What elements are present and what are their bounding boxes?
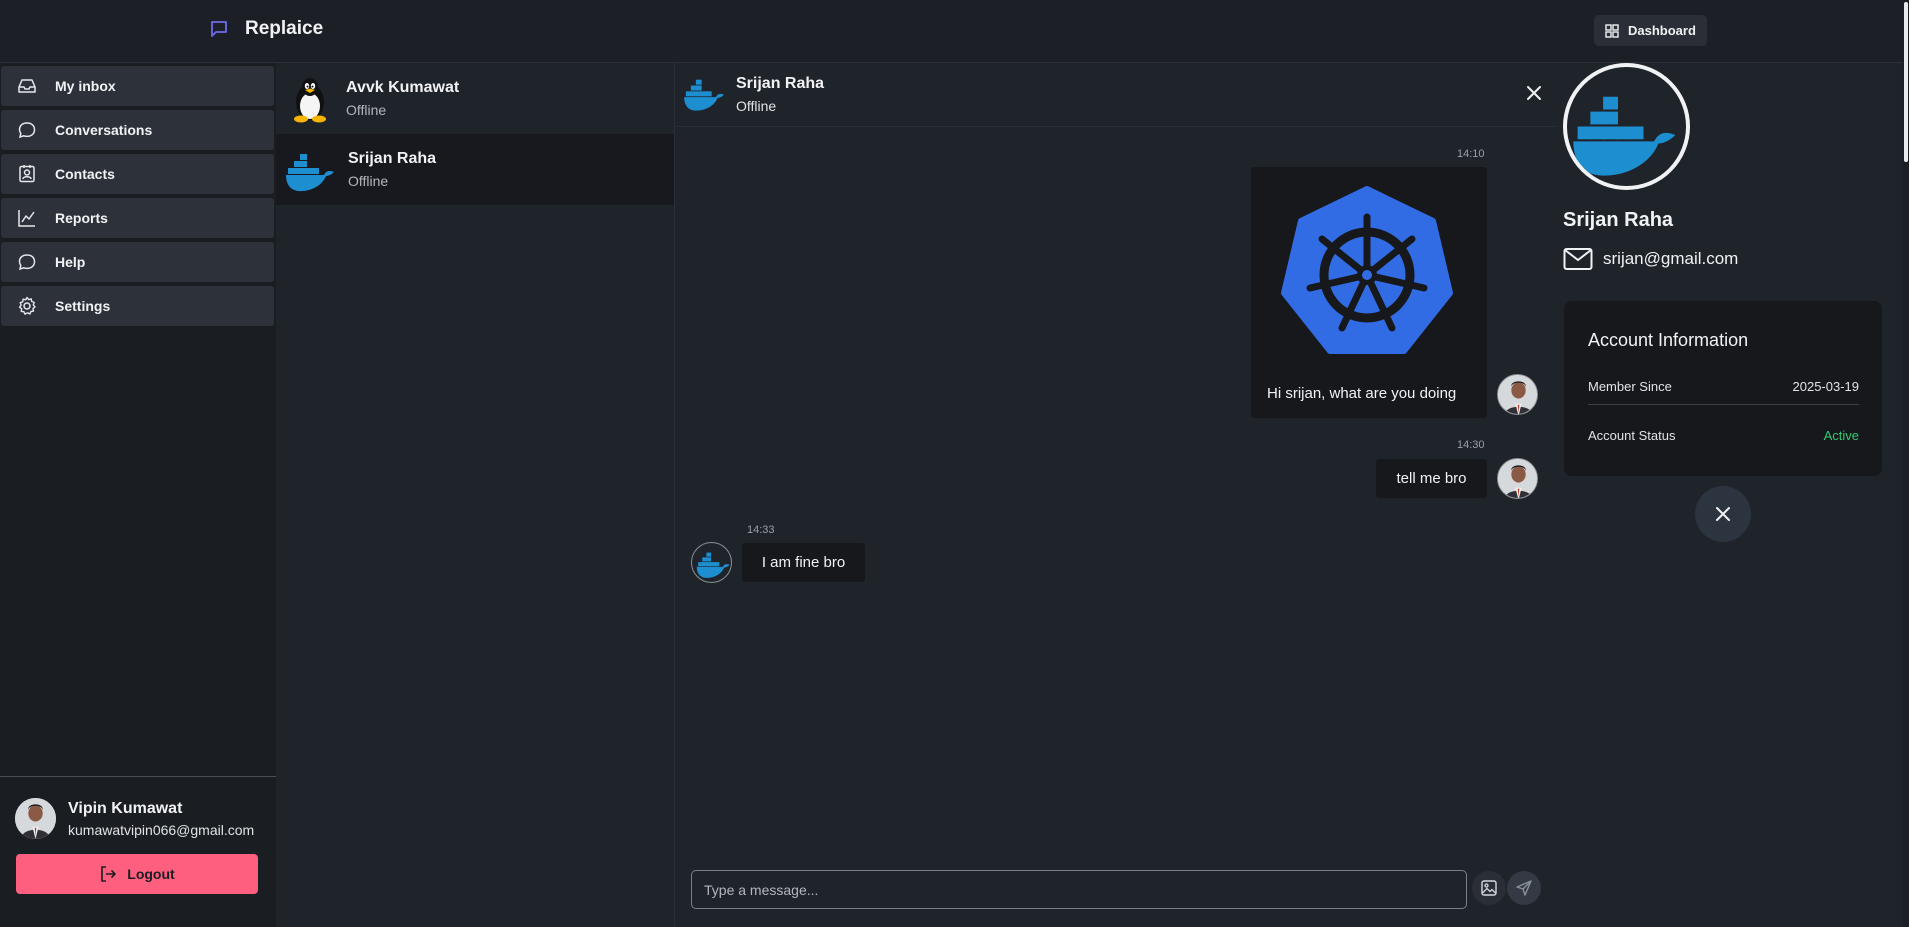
account-info-card: Account Information Member Since 2025-03… xyxy=(1564,301,1882,476)
message-text: tell me bro xyxy=(1396,470,1467,487)
sidebar-item-contacts[interactable]: Contacts xyxy=(1,154,274,194)
sidebar-item-label: My inbox xyxy=(55,78,116,94)
member-since-label: Member Since xyxy=(1588,379,1672,394)
sidebar-item-label: Contacts xyxy=(55,166,115,182)
image-icon xyxy=(1481,880,1497,896)
user-email: kumawatvipin066@gmail.com xyxy=(68,822,255,838)
contact-list: Avvk Kumawat Offline Srijan Raha Offline xyxy=(276,63,675,927)
chat-contact-name: Srijan Raha xyxy=(736,75,825,92)
linux-penguin-avatar xyxy=(294,77,326,122)
scrollbar-thumb[interactable] xyxy=(1904,2,1908,162)
page-scrollbar[interactable] xyxy=(1903,0,1909,927)
send-button[interactable] xyxy=(1507,871,1541,905)
sidebar-item-conversations[interactable]: Conversations xyxy=(1,110,274,150)
member-since-value: 2025-03-19 xyxy=(1792,379,1860,394)
user-name: Vipin Kumawat xyxy=(68,800,183,817)
close-chat-icon[interactable] xyxy=(1524,83,1544,103)
message-text: I am fine bro xyxy=(761,554,846,571)
brand[interactable]: Replaice xyxy=(209,18,323,40)
contact-item-selected[interactable]: Srijan Raha Offline xyxy=(276,134,674,205)
profile-email: srijan@gmail.com xyxy=(1563,247,1738,271)
sidebar-item-my-inbox[interactable]: My inbox xyxy=(1,66,274,106)
sender-avatar xyxy=(1497,458,1538,499)
kubernetes-logo-image[interactable] xyxy=(1278,185,1456,361)
sidebar-item-label: Help xyxy=(55,254,86,270)
gear-icon xyxy=(18,296,36,315)
dashboard-label: Dashboard xyxy=(1628,23,1696,38)
contact-item[interactable]: Avvk Kumawat Offline xyxy=(276,63,674,134)
sidebar-divider xyxy=(0,776,276,777)
sidebar-item-help[interactable]: Help xyxy=(1,242,274,282)
message-bubble-incoming[interactable]: I am fine bro xyxy=(742,543,865,582)
contact-status: Offline xyxy=(348,173,389,189)
dashboard-button[interactable]: Dashboard xyxy=(1594,15,1707,46)
profile-email-text: srijan@gmail.com xyxy=(1603,249,1739,268)
sidebar-item-settings[interactable]: Settings xyxy=(1,286,274,326)
contact-profile-panel: Srijan Raha srijan@gmail.com Account Inf… xyxy=(1556,63,1903,927)
close-profile-button[interactable] xyxy=(1695,486,1751,542)
close-icon xyxy=(1716,507,1730,521)
docker-whale-avatar xyxy=(684,79,725,111)
send-icon xyxy=(1516,880,1532,896)
message-bubble-outgoing[interactable]: Hi srijan, what are you doing xyxy=(1251,167,1487,418)
docker-whale-avatar xyxy=(286,153,334,191)
mail-icon xyxy=(1563,248,1593,270)
message-time: 14:33 xyxy=(747,524,775,536)
message-time: 14:30 xyxy=(1457,439,1485,451)
line-chart-icon xyxy=(18,210,35,227)
member-since-row: Member Since 2025-03-19 xyxy=(1588,379,1859,394)
sidebar-item-reports[interactable]: Reports xyxy=(1,198,274,238)
logout-icon xyxy=(101,866,117,882)
contact-status: Offline xyxy=(346,102,387,118)
contact-card-icon xyxy=(19,165,35,183)
brand-name: Replaice xyxy=(245,18,324,39)
logout-label: Logout xyxy=(127,866,175,882)
profile-avatar xyxy=(1563,63,1690,190)
help-bubble-icon xyxy=(18,254,36,271)
message-text: Hi srijan, what are you doing xyxy=(1267,385,1457,402)
sidebar-item-label: Settings xyxy=(55,298,111,314)
dashboard-grid-icon xyxy=(1605,23,1619,38)
chat-logo-icon xyxy=(211,21,227,37)
sidebar-item-label: Conversations xyxy=(55,122,153,138)
sidebar-item-label: Reports xyxy=(55,210,108,226)
receiver-avatar xyxy=(691,542,732,583)
chat-header: Srijan Raha Offline xyxy=(676,63,1556,127)
message-bubble-outgoing[interactable]: tell me bro xyxy=(1376,459,1487,498)
sidebar: My inbox Conversations Contacts Reports … xyxy=(0,63,276,927)
chat-contact-status: Offline xyxy=(736,98,777,114)
user-avatar[interactable] xyxy=(15,798,56,839)
profile-name: Srijan Raha xyxy=(1563,209,1674,231)
logout-button[interactable]: Logout xyxy=(16,854,258,894)
account-status-label: Account Status xyxy=(1588,428,1676,443)
top-bar: Replaice Dashboard xyxy=(0,0,1909,63)
contact-name: Srijan Raha xyxy=(348,150,437,167)
message-input[interactable] xyxy=(691,870,1467,909)
account-status-row: Account Status Active xyxy=(1588,428,1859,443)
info-divider xyxy=(1588,404,1859,405)
chat-bubble-icon xyxy=(18,122,36,139)
sender-avatar xyxy=(1497,374,1538,415)
current-user-card: Vipin Kumawat kumawatvipin066@gmail.com xyxy=(15,798,254,839)
account-info-title: Account Information xyxy=(1588,330,1749,350)
chat-pane: Srijan Raha Offline 14:10 Hi srijan, wha… xyxy=(676,63,1556,927)
attach-image-button[interactable] xyxy=(1472,871,1506,905)
inbox-icon xyxy=(18,79,36,93)
message-time: 14:10 xyxy=(1457,148,1485,160)
contact-name: Avvk Kumawat xyxy=(346,79,460,96)
account-status-value: Active xyxy=(1823,428,1859,443)
